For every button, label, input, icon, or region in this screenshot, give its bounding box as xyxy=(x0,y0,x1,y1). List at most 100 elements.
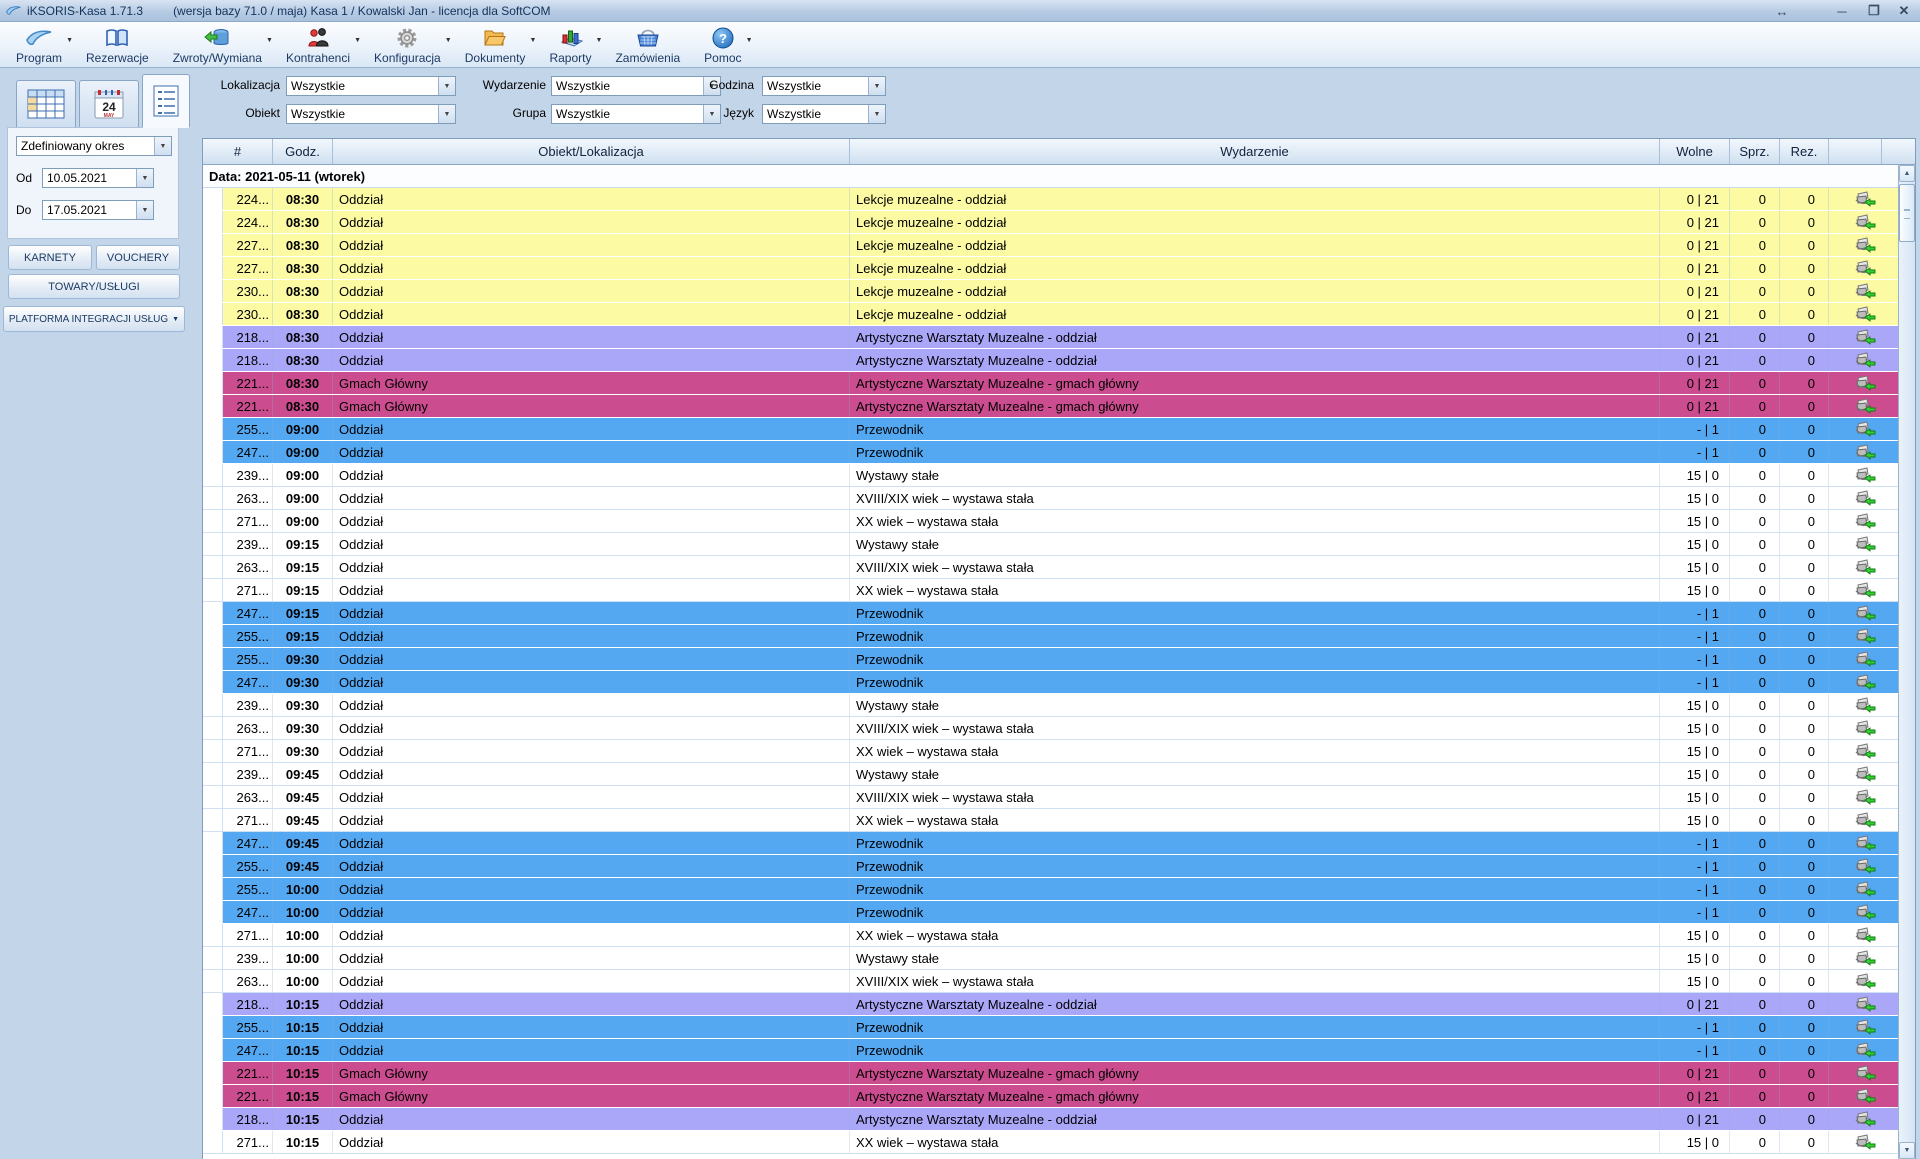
period-select[interactable]: Zdefiniowany okres ▼ xyxy=(16,136,172,156)
platforma-integracji-button[interactable]: PLATFORMA INTEGRACJI USŁUG ▼ xyxy=(3,306,185,332)
sell-ticket-icon[interactable] xyxy=(1829,1131,1900,1153)
toolbar-kontrahenci[interactable]: ▼ Kontrahenci xyxy=(274,22,362,67)
toolbar-dokumenty[interactable]: ▼ Dokumenty xyxy=(453,22,538,67)
table-row[interactable]: 255... 10:00 Oddział Przewodnik - | 1 0 … xyxy=(203,878,1900,901)
sell-ticket-icon[interactable] xyxy=(1829,671,1900,693)
sell-ticket-icon[interactable] xyxy=(1829,924,1900,946)
sell-ticket-icon[interactable] xyxy=(1829,579,1900,601)
chevron-down-icon[interactable]: ▼ xyxy=(868,77,885,95)
table-row[interactable]: 247... 10:15 Oddział Przewodnik - | 1 0 … xyxy=(203,1039,1900,1062)
table-row[interactable]: 255... 09:00 Oddział Przewodnik - | 1 0 … xyxy=(203,418,1900,441)
sell-ticket-icon[interactable] xyxy=(1829,694,1900,716)
sell-ticket-icon[interactable] xyxy=(1829,1016,1900,1038)
sell-ticket-icon[interactable] xyxy=(1829,188,1900,210)
table-row[interactable]: 221... 08:30 Gmach Główny Artystyczne Wa… xyxy=(203,395,1900,418)
toolbar-rezerwacje[interactable]: Rezerwacje xyxy=(74,22,161,67)
table-row[interactable]: 271... 10:00 Oddział XX wiek – wystawa s… xyxy=(203,924,1900,947)
toolbar-zwroty-wymiana[interactable]: ▼ Zwroty/Wymiana xyxy=(161,22,274,67)
filter-obiekt-select[interactable]: Wszystkie▼ xyxy=(286,104,456,124)
table-row[interactable]: 247... 09:00 Oddział Przewodnik - | 1 0 … xyxy=(203,441,1900,464)
table-row[interactable]: 263... 10:00 Oddział XVIII/XIX wiek – wy… xyxy=(203,970,1900,993)
karnety-button[interactable]: KARNETY xyxy=(8,245,92,270)
sell-ticket-icon[interactable] xyxy=(1829,280,1900,302)
table-row[interactable]: 255... 10:15 Oddział Przewodnik - | 1 0 … xyxy=(203,1016,1900,1039)
sell-ticket-icon[interactable] xyxy=(1829,533,1900,555)
sell-ticket-icon[interactable] xyxy=(1829,257,1900,279)
sell-ticket-icon[interactable] xyxy=(1829,717,1900,739)
sell-ticket-icon[interactable] xyxy=(1829,648,1900,670)
chevron-down-icon[interactable]: ▼ xyxy=(438,77,455,95)
table-row[interactable]: 247... 09:15 Oddział Przewodnik - | 1 0 … xyxy=(203,602,1900,625)
toolbar-raporty[interactable]: ▼ Raporty xyxy=(537,22,603,67)
toolbar-zamowienia[interactable]: Zamówienia xyxy=(603,22,692,67)
filter-godzina-select[interactable]: Wszystkie▼ xyxy=(762,76,886,96)
table-row[interactable]: 271... 10:15 Oddział XX wiek – wystawa s… xyxy=(203,1131,1900,1154)
tab-list-view[interactable] xyxy=(142,74,190,128)
close-button[interactable]: ✕ xyxy=(1892,0,1916,22)
chevron-down-icon[interactable]: ▼ xyxy=(438,105,455,123)
table-row[interactable]: 255... 09:15 Oddział Przewodnik - | 1 0 … xyxy=(203,625,1900,648)
sell-ticket-icon[interactable] xyxy=(1829,464,1900,486)
sell-ticket-icon[interactable] xyxy=(1829,1108,1900,1130)
table-row[interactable]: 239... 09:30 Oddział Wystawy stałe 15 | … xyxy=(203,694,1900,717)
table-row[interactable]: 271... 09:30 Oddział XX wiek – wystawa s… xyxy=(203,740,1900,763)
sell-ticket-icon[interactable] xyxy=(1829,326,1900,348)
sell-ticket-icon[interactable] xyxy=(1829,1085,1900,1107)
chevron-down-icon[interactable]: ▼ xyxy=(136,201,153,219)
table-row[interactable]: 227... 08:30 Oddział Lekcje muzealne - o… xyxy=(203,257,1900,280)
resize-icon[interactable]: ↔ xyxy=(1772,0,1792,22)
sell-ticket-icon[interactable] xyxy=(1829,602,1900,624)
chevron-down-icon[interactable]: ▼ xyxy=(136,169,153,187)
scroll-up-icon[interactable]: ▲ xyxy=(1899,165,1915,182)
sell-ticket-icon[interactable] xyxy=(1829,1062,1900,1084)
chevron-down-icon[interactable]: ▼ xyxy=(868,105,885,123)
sell-ticket-icon[interactable] xyxy=(1829,878,1900,900)
table-row[interactable]: 263... 09:00 Oddział XVIII/XIX wiek – wy… xyxy=(203,487,1900,510)
sell-ticket-icon[interactable] xyxy=(1829,441,1900,463)
col-header-wydarzenie[interactable]: Wydarzenie xyxy=(850,139,1660,164)
towary-uslugi-button[interactable]: TOWARY/USŁUGI xyxy=(8,274,180,299)
vertical-scrollbar[interactable]: ▲ ▼ xyxy=(1898,165,1915,1159)
table-row[interactable]: 218... 10:15 Oddział Artystyczne Warszta… xyxy=(203,1108,1900,1131)
sell-ticket-icon[interactable] xyxy=(1829,901,1900,923)
table-row[interactable]: 221... 10:15 Gmach Główny Artystyczne Wa… xyxy=(203,1062,1900,1085)
col-header-wolne[interactable]: Wolne xyxy=(1660,139,1730,164)
table-row[interactable]: 255... 09:30 Oddział Przewodnik - | 1 0 … xyxy=(203,648,1900,671)
col-header-num[interactable]: # xyxy=(203,139,273,164)
table-row[interactable]: 247... 10:00 Oddział Przewodnik - | 1 0 … xyxy=(203,901,1900,924)
table-row[interactable]: 218... 08:30 Oddział Artystyczne Warszta… xyxy=(203,326,1900,349)
sell-ticket-icon[interactable] xyxy=(1829,625,1900,647)
table-row[interactable]: 271... 09:15 Oddział XX wiek – wystawa s… xyxy=(203,579,1900,602)
sell-ticket-icon[interactable] xyxy=(1829,418,1900,440)
sell-ticket-icon[interactable] xyxy=(1829,211,1900,233)
sell-ticket-icon[interactable] xyxy=(1829,234,1900,256)
toolbar-konfiguracja[interactable]: ▼ Konfiguracja xyxy=(362,22,453,67)
table-row[interactable]: 239... 09:00 Oddział Wystawy stałe 15 | … xyxy=(203,464,1900,487)
table-row[interactable]: 239... 10:00 Oddział Wystawy stałe 15 | … xyxy=(203,947,1900,970)
table-row[interactable]: 221... 10:15 Gmach Główny Artystyczne Wa… xyxy=(203,1085,1900,1108)
scroll-down-icon[interactable]: ▼ xyxy=(1899,1142,1915,1159)
tab-calendar-view[interactable]: 24MAY xyxy=(79,80,139,128)
table-row[interactable]: 224... 08:30 Oddział Lekcje muzealne - o… xyxy=(203,188,1900,211)
vouchery-button[interactable]: VOUCHERY xyxy=(96,245,180,270)
chevron-down-icon[interactable]: ▼ xyxy=(154,137,171,155)
table-row[interactable]: 218... 08:30 Oddział Artystyczne Warszta… xyxy=(203,349,1900,372)
restore-button[interactable]: ❐ xyxy=(1862,0,1886,22)
table-row[interactable]: 255... 09:45 Oddział Przewodnik - | 1 0 … xyxy=(203,855,1900,878)
sell-ticket-icon[interactable] xyxy=(1829,487,1900,509)
sell-ticket-icon[interactable] xyxy=(1829,556,1900,578)
col-header-rez[interactable]: Rez. xyxy=(1780,139,1829,164)
sell-ticket-icon[interactable] xyxy=(1829,947,1900,969)
table-row[interactable]: 247... 09:30 Oddział Przewodnik - | 1 0 … xyxy=(203,671,1900,694)
table-row[interactable]: 263... 09:30 Oddział XVIII/XIX wiek – wy… xyxy=(203,717,1900,740)
date-to-input[interactable]: 17.05.2021 ▼ xyxy=(42,200,154,220)
sell-ticket-icon[interactable] xyxy=(1829,832,1900,854)
table-row[interactable]: 247... 09:45 Oddział Przewodnik - | 1 0 … xyxy=(203,832,1900,855)
table-row[interactable]: 230... 08:30 Oddział Lekcje muzealne - o… xyxy=(203,280,1900,303)
sell-ticket-icon[interactable] xyxy=(1829,763,1900,785)
filter-jezyk-select[interactable]: Wszystkie▼ xyxy=(762,104,886,124)
col-header-sprz[interactable]: Sprz. xyxy=(1730,139,1780,164)
table-row[interactable]: 224... 08:30 Oddział Lekcje muzealne - o… xyxy=(203,211,1900,234)
sell-ticket-icon[interactable] xyxy=(1829,395,1900,417)
col-header-godz[interactable]: Godz. xyxy=(273,139,333,164)
